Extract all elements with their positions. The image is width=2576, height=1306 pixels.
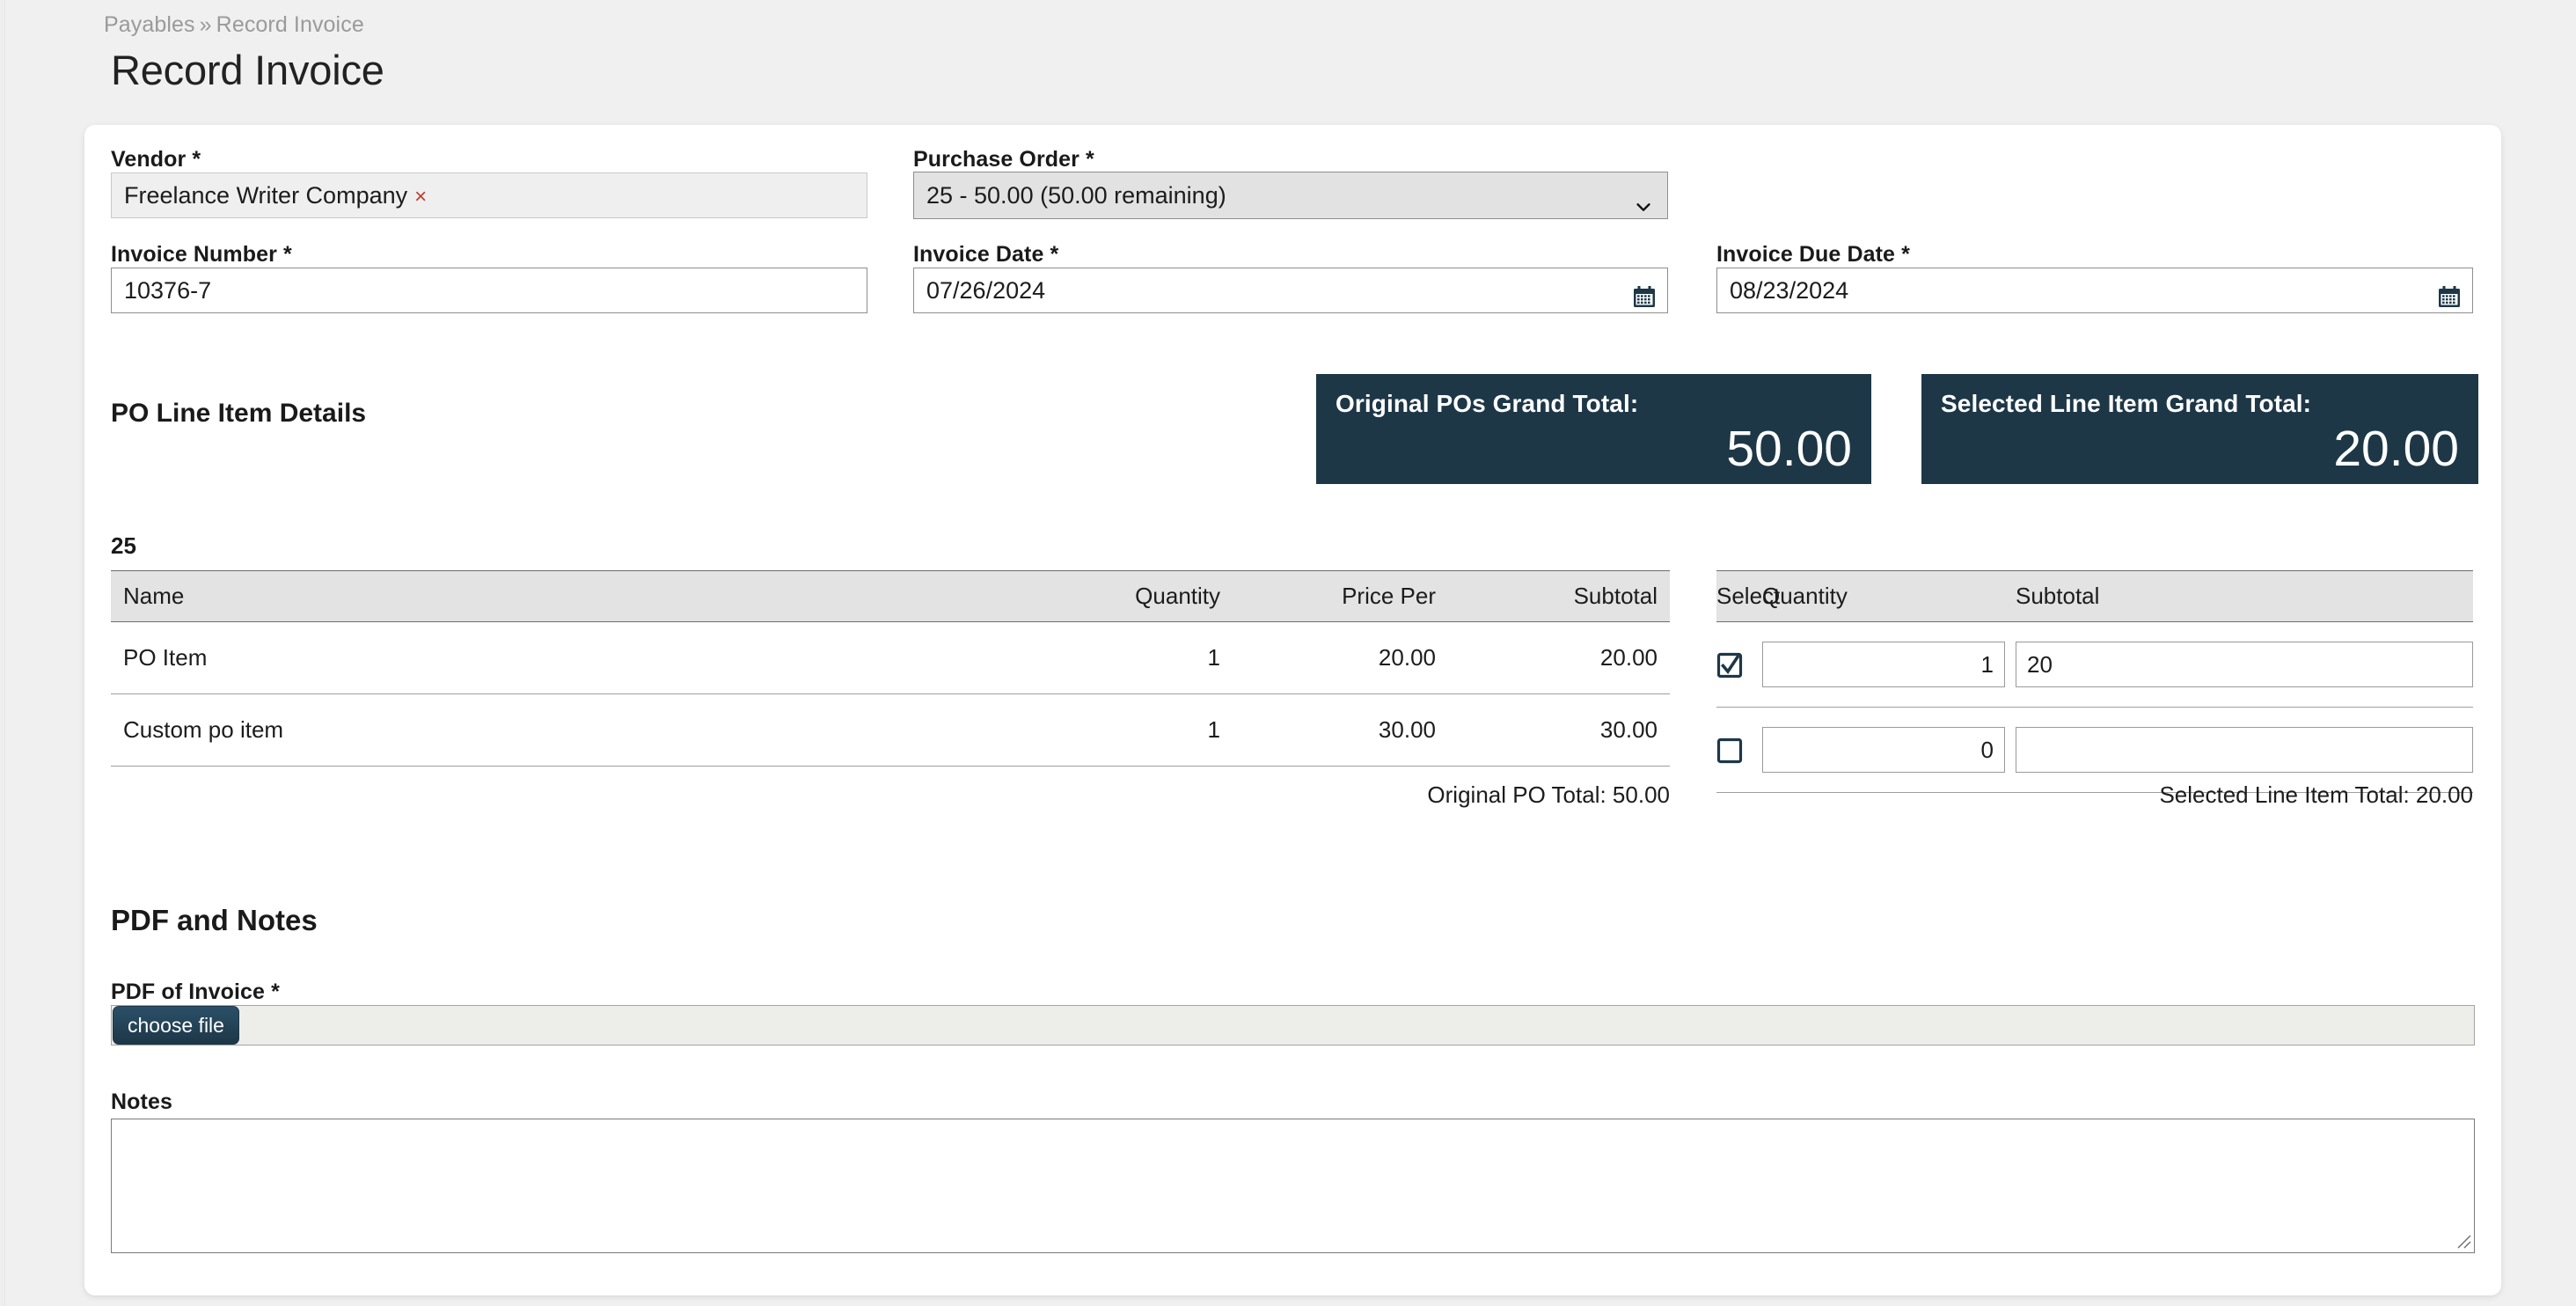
invoice-date-label-text: Invoice Date — [913, 242, 1044, 267]
row-select-checkbox-unchecked[interactable] — [1716, 737, 1743, 764]
invoice-due-date-label-text: Invoice Due Date — [1716, 242, 1896, 267]
page-title: Record Invoice — [111, 47, 384, 93]
notes-textarea[interactable] — [111, 1119, 2475, 1253]
po-group-number: 25 — [111, 532, 136, 559]
selected-quantity-input[interactable]: 1 — [1762, 642, 2005, 687]
selected-line-item-grand-total-panel: Selected Line Item Grand Total: 20.00 — [1921, 374, 2478, 484]
invoice-number-input[interactable]: 10376-7 — [111, 268, 867, 313]
pdf-of-invoice-required-star: * — [271, 980, 280, 1004]
original-po-total-line: Original PO Total: 50.00 — [1427, 781, 1670, 808]
selected-line-item-total-line: Selected Line Item Total: 20.00 — [2159, 781, 2473, 808]
selected-subtotal-input[interactable]: 20 — [2016, 642, 2473, 687]
notes-label: Notes — [111, 1090, 172, 1114]
cell-name: Custom po item — [111, 693, 1021, 767]
choose-file-button[interactable]: choose file — [113, 1006, 239, 1045]
left-edge-rail — [0, 0, 5, 1306]
purchase-order-required-star: * — [1086, 147, 1094, 172]
invoice-date-required-star: * — [1050, 242, 1059, 267]
original-po-line-items-table: Name Quantity Price Per Subtotal PO Item… — [111, 570, 1670, 767]
table-row: 1 20 — [1716, 621, 2473, 708]
selected-quantity-input[interactable]: 0 — [1762, 727, 2005, 773]
vendor-required-star: * — [192, 147, 201, 172]
pdf-file-input-row[interactable]: choose file — [111, 1005, 2475, 1046]
breadcrumb-separator: » — [199, 12, 212, 37]
pdf-of-invoice-label: PDF of Invoice * — [111, 980, 280, 1005]
breadcrumb-link-payables[interactable]: Payables — [104, 12, 195, 37]
selected-line-items-table: Select Quantity Subtotal 1 20 0 — [1716, 570, 2473, 793]
selected-line-item-grand-total-value: 20.00 — [2333, 421, 2459, 477]
pdf-and-notes-title: PDF and Notes — [111, 904, 318, 936]
purchase-order-select[interactable]: 25 - 50.00 (50.00 remaining) — [913, 172, 1668, 219]
purchase-order-selected-value: 25 - 50.00 (50.00 remaining) — [926, 182, 1226, 209]
pdf-of-invoice-label-text: PDF of Invoice — [111, 980, 266, 1004]
invoice-due-date-value: 08/23/2024 — [1730, 277, 1849, 304]
column-header-quantity: Quantity — [1021, 570, 1233, 622]
column-header-select: Select — [1716, 570, 1780, 622]
vendor-input[interactable]: Freelance Writer Company × — [111, 172, 867, 218]
purchase-order-label-text: Purchase Order — [913, 147, 1079, 172]
row-quantity-cell: 1 — [1762, 621, 2016, 708]
chevron-down-icon — [1634, 186, 1653, 211]
original-pos-grand-total-value: 50.00 — [1726, 421, 1852, 477]
cell-subtotal: 20.00 — [1448, 621, 1670, 694]
invoice-date-value: 07/26/2024 — [926, 277, 1046, 304]
invoice-due-date-required-star: * — [1901, 242, 1910, 267]
calendar-icon[interactable] — [2437, 279, 2462, 307]
calendar-icon[interactable] — [1632, 279, 1657, 307]
vendor-label-text: Vendor — [111, 147, 187, 172]
selected-subtotal-input[interactable] — [2016, 727, 2473, 773]
invoice-number-required-star: * — [283, 242, 292, 267]
cell-price-per: 20.00 — [1233, 621, 1448, 694]
cell-quantity: 1 — [1021, 693, 1233, 767]
table-row: PO Item 1 20.00 20.00 — [111, 621, 1670, 694]
column-header-name: Name — [111, 570, 1021, 622]
cell-subtotal: 30.00 — [1448, 693, 1670, 767]
breadcrumb: Payables» Record Invoice — [104, 12, 364, 38]
table-row: Custom po item 1 30.00 30.00 — [111, 693, 1670, 767]
vendor-remove-icon[interactable]: × — [414, 185, 427, 209]
invoice-number-label-text: Invoice Number — [111, 242, 277, 267]
original-pos-grand-total-panel: Original POs Grand Total: 50.00 — [1316, 374, 1871, 484]
invoice-number-label: Invoice Number * — [111, 242, 292, 268]
selected-line-item-grand-total-label: Selected Line Item Grand Total: — [1941, 390, 2312, 417]
column-header-price-per: Price Per — [1233, 570, 1448, 622]
row-select-checkbox-checked[interactable] — [1716, 652, 1743, 679]
column-header-subtotal: Subtotal — [2016, 570, 2473, 622]
original-pos-grand-total-label: Original POs Grand Total: — [1336, 390, 1639, 417]
row-subtotal-cell: 20 — [2016, 621, 2473, 708]
po-line-item-details-title: PO Line Item Details — [111, 399, 367, 428]
row-select-checkbox-cell — [1716, 621, 1762, 708]
page-root: Payables» Record Invoice Record Invoice V… — [0, 0, 2576, 1306]
cell-quantity: 1 — [1021, 621, 1233, 694]
table-header-row: Select Quantity Subtotal — [1716, 570, 2473, 622]
breadcrumb-current: Record Invoice — [216, 12, 364, 37]
vendor-label: Vendor * — [111, 147, 201, 172]
column-header-subtotal: Subtotal — [1448, 570, 1670, 622]
cell-price-per: 30.00 — [1233, 693, 1448, 767]
cell-name: PO Item — [111, 621, 1021, 694]
column-header-quantity: Quantity — [1762, 570, 2016, 622]
invoice-due-date-input[interactable]: 08/23/2024 — [1716, 268, 2473, 313]
purchase-order-label: Purchase Order * — [913, 147, 1094, 172]
vendor-value: Freelance Writer Company — [124, 182, 408, 209]
invoice-date-input[interactable]: 07/26/2024 — [913, 268, 1668, 313]
table-header-row: Name Quantity Price Per Subtotal — [111, 570, 1670, 622]
invoice-due-date-label: Invoice Due Date * — [1716, 242, 1910, 268]
invoice-date-label: Invoice Date * — [913, 242, 1058, 268]
